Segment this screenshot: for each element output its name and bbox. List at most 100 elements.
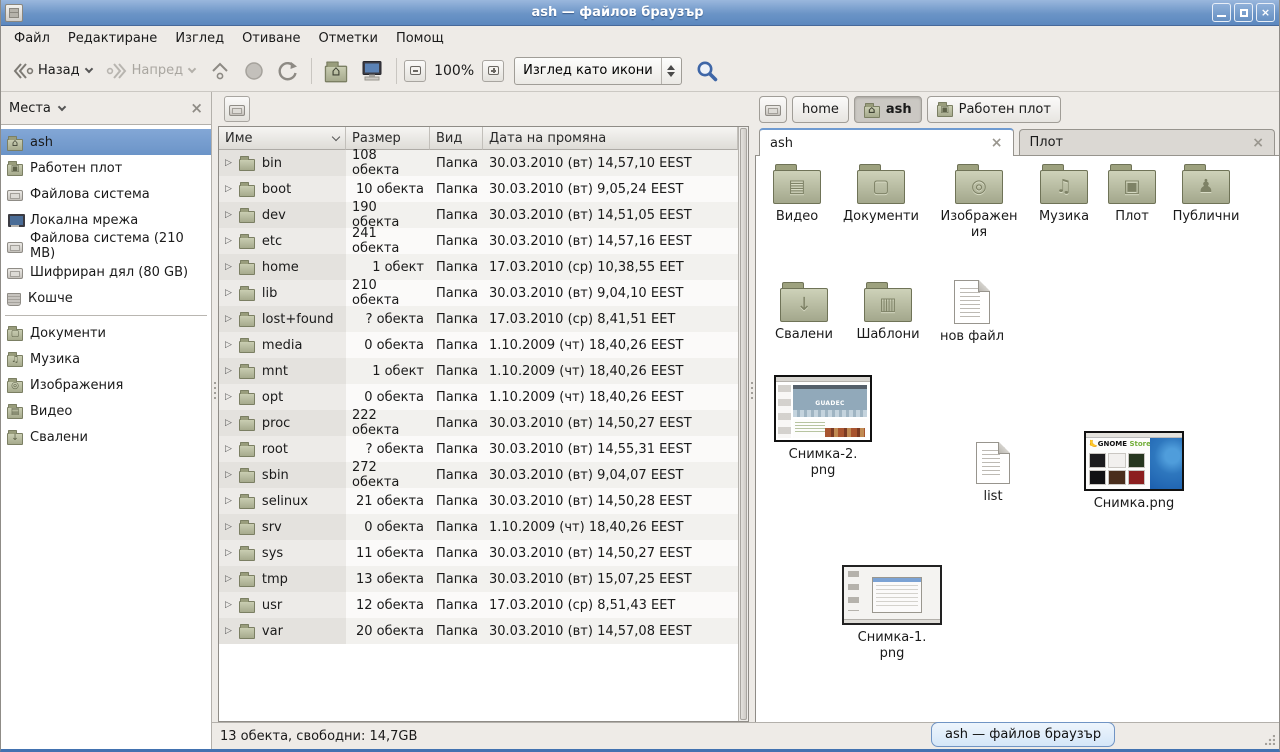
path-root-button[interactable]	[759, 96, 787, 123]
tree-row[interactable]: ▷var20 обектаПапка30.03.2010 (вт) 14,57,…	[219, 618, 738, 644]
up-button[interactable]	[204, 56, 236, 86]
forward-dropdown-icon[interactable]	[188, 65, 196, 73]
tree-row[interactable]: ▷usr12 обектаПапка17.03.2010 (ср) 8,51,4…	[219, 592, 738, 618]
sidebar-item-music[interactable]: ♫ Музика	[1, 346, 211, 372]
icon-video-folder[interactable]: ▤ Видео	[759, 164, 835, 225]
expander-icon[interactable]: ▷	[225, 158, 232, 168]
expander-icon[interactable]: ▷	[225, 184, 232, 194]
path-button-home[interactable]: home	[792, 96, 849, 123]
tree-row[interactable]: ▷media0 обектаПапка1.10.2009 (чт) 18,40,…	[219, 332, 738, 358]
expander-icon[interactable]: ▷	[225, 418, 232, 428]
expander-icon[interactable]: ▷	[225, 574, 232, 584]
column-header-date[interactable]: Дата на промяна	[483, 127, 738, 150]
column-header-name[interactable]: Име	[219, 127, 346, 150]
expander-icon[interactable]: ▷	[225, 392, 232, 402]
tree-row[interactable]: ▷boot10 обектаПапка30.03.2010 (вт) 9,05,…	[219, 176, 738, 202]
expander-icon[interactable]: ▷	[225, 210, 232, 220]
back-button[interactable]: Назад	[7, 56, 99, 86]
icon-snimka-1-png[interactable]: Снимка-1.png	[836, 565, 948, 662]
tree-row[interactable]: ▷tmp13 обектаПапка30.03.2010 (вт) 15,07,…	[219, 566, 738, 592]
reload-button[interactable]	[272, 56, 304, 86]
tab-ash[interactable]: ash ×	[759, 128, 1014, 156]
expander-icon[interactable]: ▷	[225, 236, 232, 246]
expander-icon[interactable]: ▷	[225, 288, 232, 298]
tree-row[interactable]: ▷lib210 обектаПапка30.03.2010 (вт) 9,04,…	[219, 280, 738, 306]
home-button[interactable]: ⌂	[319, 60, 353, 81]
tree-row[interactable]: ▷root? обектаПапка30.03.2010 (вт) 14,55,…	[219, 436, 738, 462]
menu-help[interactable]: Помощ	[387, 28, 453, 49]
icon-new-file[interactable]: нов файл	[934, 280, 1010, 345]
sidebar-item-filesystem-210mb[interactable]: Файлова система (210 MB)	[1, 233, 211, 259]
computer-button[interactable]	[355, 55, 389, 87]
icon-templates-folder[interactable]: ▥ Шаблони	[850, 282, 926, 343]
icon-desktop-folder[interactable]: ▣ Плот	[1096, 164, 1168, 225]
zoom-out-button[interactable]	[404, 60, 426, 82]
sidebar-item-downloads[interactable]: ↓ Свалени	[1, 424, 211, 450]
tab-close-icon[interactable]: ×	[1252, 135, 1264, 151]
menu-file[interactable]: Файл	[5, 28, 59, 49]
stop-button[interactable]	[238, 56, 270, 86]
column-header-size[interactable]: Размер	[346, 127, 430, 150]
tree-scrollbar[interactable]	[738, 127, 748, 721]
expander-icon[interactable]: ▷	[225, 444, 232, 454]
tree-row[interactable]: ▷lost+found? обектаПапка17.03.2010 (ср) …	[219, 306, 738, 332]
sidebar-item-documents[interactable]: ▢ Документи	[1, 320, 211, 346]
search-button[interactable]	[690, 55, 724, 87]
expander-icon[interactable]: ▷	[225, 314, 232, 324]
expander-icon[interactable]: ▷	[225, 340, 232, 350]
sidebar-header-dropdown-icon[interactable]	[58, 102, 66, 110]
tree-root-button[interactable]	[224, 96, 250, 122]
icon-music-folder[interactable]: ♫ Музика	[1026, 164, 1102, 225]
tree-row[interactable]: ▷proc222 обектаПапка30.03.2010 (вт) 14,5…	[219, 410, 738, 436]
back-dropdown-icon[interactable]	[84, 65, 92, 73]
expander-icon[interactable]: ▷	[225, 470, 232, 480]
tree-row[interactable]: ▷home1 обектПапка17.03.2010 (ср) 10,38,5…	[219, 254, 738, 280]
menu-bookmarks[interactable]: Отметки	[309, 28, 386, 49]
icon-pictures-folder[interactable]: ◎ Изображения	[938, 164, 1020, 241]
view-mode-combo[interactable]: Изглед като икони	[514, 57, 682, 85]
path-button-desktop[interactable]: ▣ Работен плот	[927, 96, 1061, 123]
expander-icon[interactable]: ▷	[225, 522, 232, 532]
tree-row[interactable]: ▷bin108 обектаПапка30.03.2010 (вт) 14,57…	[219, 150, 738, 176]
sidebar-item-local-network[interactable]: Локална мрежа	[1, 207, 211, 233]
sidebar-item-pictures[interactable]: ◎ Изображения	[1, 372, 211, 398]
sidebar-close-icon[interactable]: ×	[190, 99, 203, 117]
maximize-button[interactable]	[1234, 3, 1253, 22]
sidebar-item-video[interactable]: ▤ Видео	[1, 398, 211, 424]
expander-icon[interactable]: ▷	[225, 496, 232, 506]
tree-row[interactable]: ▷sbin272 обектаПапка30.03.2010 (вт) 9,04…	[219, 462, 738, 488]
sidebar-item-encrypted-80gb[interactable]: Шифриран дял (80 GB)	[1, 259, 211, 285]
titlebar[interactable]: ash — файлов браузър ×	[1, 0, 1279, 26]
expander-icon[interactable]: ▷	[225, 548, 232, 558]
forward-button[interactable]: Напред	[101, 56, 202, 86]
path-button-ash[interactable]: ⌂ ash	[854, 96, 922, 123]
tree-row[interactable]: ▷selinux21 обектаПапка30.03.2010 (вт) 14…	[219, 488, 738, 514]
tree-row[interactable]: ▷dev190 обектаПапка30.03.2010 (вт) 14,51…	[219, 202, 738, 228]
menu-edit[interactable]: Редактиране	[59, 28, 166, 49]
expander-icon[interactable]: ▷	[225, 600, 232, 610]
icon-documents-folder[interactable]: ▢ Документи	[839, 164, 923, 225]
resize-grip[interactable]	[1265, 735, 1275, 745]
close-button[interactable]: ×	[1256, 3, 1275, 22]
sidebar-header-label[interactable]: Места	[9, 101, 51, 116]
icon-snimka-png[interactable]: 🦶GNOME Store Снимка.png	[1078, 431, 1190, 512]
sidebar-item-trash[interactable]: Кошче	[1, 285, 211, 311]
sidebar-item-ash[interactable]: ⌂ ash	[1, 129, 211, 155]
sidebar-item-filesystem[interactable]: Файлова система	[1, 181, 211, 207]
expander-icon[interactable]: ▷	[225, 366, 232, 376]
tree-row[interactable]: ▷etc241 обектаПапка30.03.2010 (вт) 14,57…	[219, 228, 738, 254]
expander-icon[interactable]: ▷	[225, 626, 232, 636]
expander-icon[interactable]: ▷	[225, 262, 232, 272]
icon-snimka-2-png[interactable]: GUADEC Снимка-2.png	[770, 375, 876, 479]
tree-row[interactable]: ▷sys11 обектаПапка30.03.2010 (вт) 14,50,…	[219, 540, 738, 566]
sidebar-item-desktop[interactable]: ▣ Работен плот	[1, 155, 211, 181]
column-header-type[interactable]: Вид	[430, 127, 483, 150]
minimize-button[interactable]	[1212, 3, 1231, 22]
menu-view[interactable]: Изглед	[166, 28, 233, 49]
tree-row[interactable]: ▷mnt1 обектПапка1.10.2009 (чт) 18,40,26 …	[219, 358, 738, 384]
menu-go[interactable]: Отиване	[233, 28, 309, 49]
tab-close-icon[interactable]: ×	[991, 135, 1003, 151]
icon-list-file[interactable]: list	[956, 442, 1030, 505]
icon-downloads-folder[interactable]: ↓ Свалени	[766, 282, 842, 343]
icon-public-folder[interactable]: ♟ Публични	[1164, 164, 1248, 225]
